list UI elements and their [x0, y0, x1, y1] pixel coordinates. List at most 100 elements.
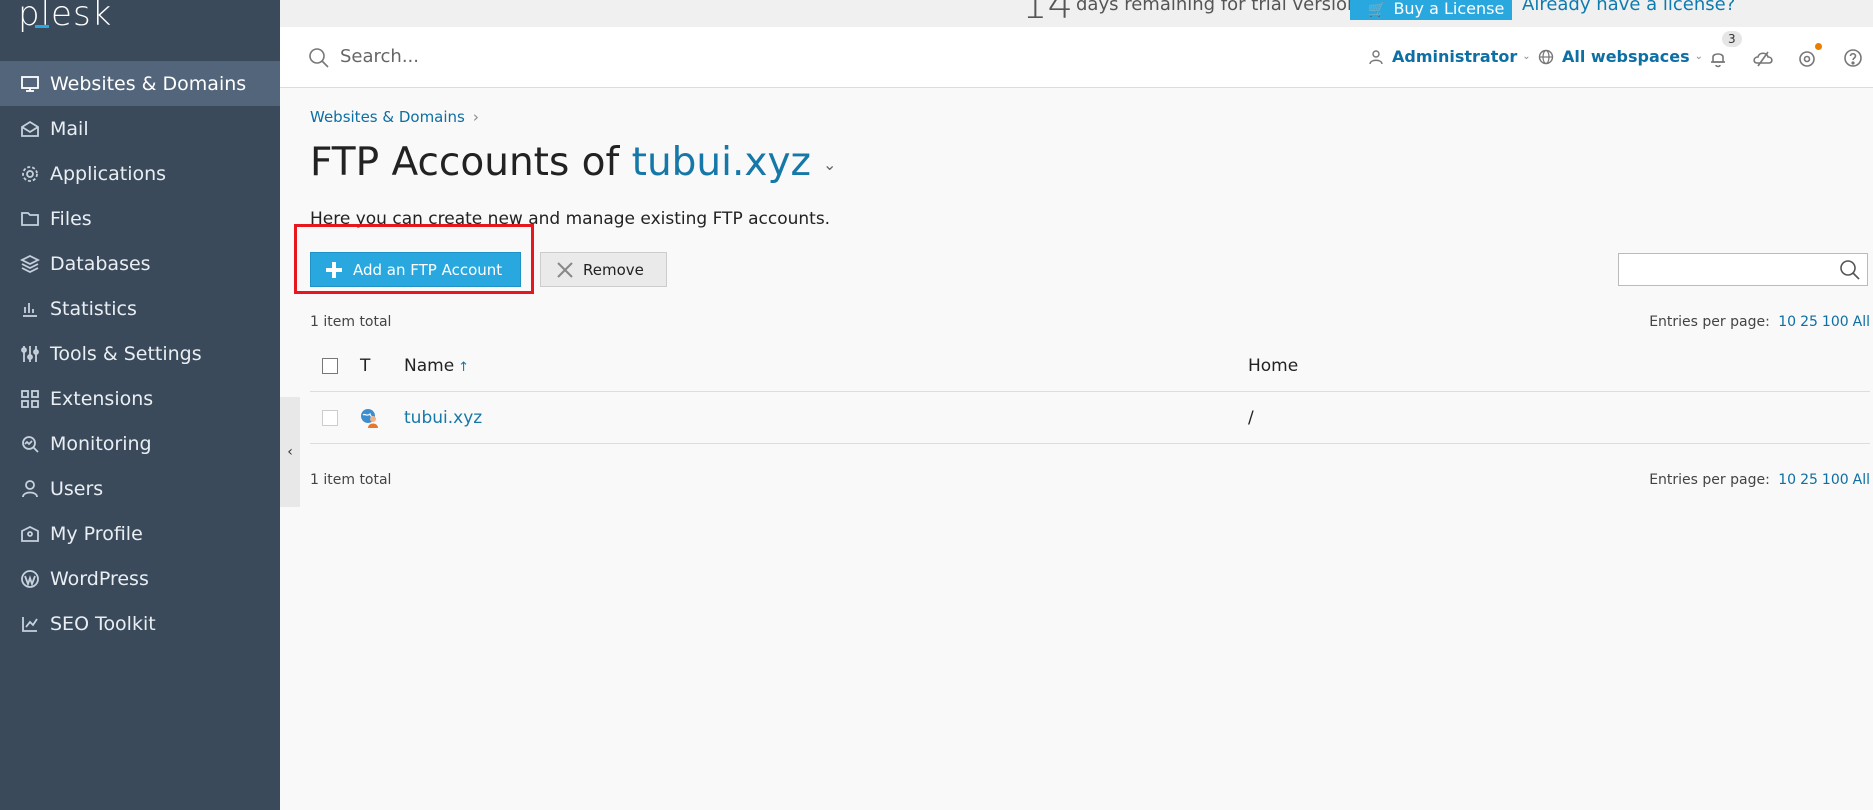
bar-chart-icon: [20, 299, 40, 319]
trial-days-text: days remaining for trial version: [1076, 0, 1359, 15]
grid-icon: [20, 389, 40, 409]
sidebar-item-my-profile[interactable]: My Profile: [0, 511, 280, 556]
sidebar-item-tools-settings[interactable]: Tools & Settings: [0, 331, 280, 376]
top-header: Search... Administrator ⌄ All webspaces …: [280, 27, 1873, 88]
entries-100[interactable]: 100: [1822, 472, 1849, 488]
table-row: tubui.xyz /: [310, 392, 1870, 444]
user-icon: [1369, 49, 1383, 64]
gear-icon: [20, 164, 40, 184]
cart-icon: 🛒: [1368, 2, 1386, 18]
sidebar-item-mail[interactable]: Mail: [0, 106, 280, 151]
entries-per-page-top: Entries per page: 10 25 100 All: [1649, 314, 1870, 330]
chevron-down-icon: ⌄: [1522, 51, 1531, 62]
seo-icon: [20, 614, 40, 634]
column-home[interactable]: Home: [1248, 356, 1298, 376]
notification-count-badge: 3: [1722, 31, 1742, 47]
trial-days-number: 14: [1022, 0, 1073, 28]
chevron-down-icon[interactable]: ⌄: [823, 155, 836, 174]
buy-license-button[interactable]: 🛒 Buy a License: [1350, 0, 1512, 20]
sidebar-item-seo-toolkit[interactable]: SEO Toolkit: [0, 601, 280, 646]
chevron-left-icon: ‹: [287, 444, 293, 460]
remove-button[interactable]: Remove: [540, 252, 667, 287]
already-have-license-link[interactable]: Already have a license?: [1522, 0, 1735, 15]
sidebar-item-label: Tools & Settings: [50, 342, 202, 365]
ftp-accounts-table: T Name ↑ Home tubui.xyz /: [310, 340, 1870, 444]
user-icon: [20, 479, 40, 499]
cloud-icon[interactable]: [1752, 47, 1774, 69]
items-total-top: 1 item total: [310, 314, 392, 330]
sidebar-item-users[interactable]: Users: [0, 466, 280, 511]
table-header: T Name ↑ Home: [310, 340, 1870, 392]
monitor-search-icon: [20, 434, 40, 454]
sidebar-item-label: Statistics: [50, 297, 137, 320]
trial-banner: 14 days remaining for trial version 🛒 Bu…: [280, 0, 1873, 28]
sidebar-item-monitoring[interactable]: Monitoring: [0, 421, 280, 466]
chevron-down-icon: ⌄: [1694, 51, 1704, 62]
sidebar-item-wordpress[interactable]: WordPress: [0, 556, 280, 601]
page-title: FTP Accounts of tubui.xyz ⌄: [310, 140, 837, 185]
profile-icon: [20, 524, 40, 544]
folder-icon: [20, 209, 40, 229]
row-checkbox[interactable]: [322, 409, 338, 426]
wordpress-icon: [20, 569, 40, 589]
monitor-icon: [20, 74, 40, 94]
select-all-checkbox[interactable]: [322, 357, 338, 374]
administrator-menu[interactable]: Administrator ⌄: [1368, 47, 1531, 66]
search-icon: [309, 48, 329, 68]
sidebar-item-applications[interactable]: Applications: [0, 151, 280, 196]
entries-25[interactable]: 25: [1800, 472, 1818, 488]
sidebar-item-label: Websites & Domains: [50, 72, 247, 95]
sidebar: plesk Websites & Domains Mail Applicatio…: [0, 0, 280, 810]
plesk-community-icon[interactable]: [1796, 47, 1818, 69]
sidebar-item-label: SEO Toolkit: [50, 612, 156, 635]
sidebar-item-websites-domains[interactable]: Websites & Domains: [0, 61, 280, 106]
help-icon[interactable]: [1842, 47, 1864, 69]
ftp-user-icon: [361, 408, 378, 428]
list-search-input[interactable]: [1618, 253, 1868, 286]
search-icon[interactable]: [1839, 259, 1861, 281]
webspaces-menu[interactable]: All webspaces ⌄: [1538, 47, 1703, 66]
ftp-account-link[interactable]: tubui.xyz: [404, 408, 482, 428]
notifications-icon[interactable]: [1707, 47, 1729, 69]
sidebar-item-label: Monitoring: [50, 432, 152, 455]
breadcrumb-websites-domains[interactable]: Websites & Domains: [310, 108, 465, 126]
sidebar-nav: Websites & Domains Mail Applications Fil…: [0, 61, 280, 646]
items-total-bottom: 1 item total: [310, 472, 392, 488]
sidebar-item-label: Applications: [50, 162, 167, 185]
sidebar-item-label: Databases: [50, 252, 151, 275]
entries-per-page-bottom: Entries per page: 10 25 100 All: [1649, 472, 1870, 488]
entries-all[interactable]: All: [1853, 314, 1870, 330]
sidebar-item-label: WordPress: [50, 567, 149, 590]
sort-ascending-icon: ↑: [458, 359, 470, 375]
entries-10[interactable]: 10: [1778, 472, 1796, 488]
sidebar-item-label: Files: [50, 207, 92, 230]
home-path: /: [1248, 407, 1254, 428]
plesk-logo[interactable]: plesk: [18, 0, 112, 34]
chevron-right-icon: ›: [472, 108, 479, 126]
highlight-box: [294, 224, 534, 294]
entries-100[interactable]: 100: [1822, 314, 1849, 330]
status-dot: [1815, 43, 1822, 50]
column-type[interactable]: T: [360, 356, 370, 376]
sidebar-item-databases[interactable]: Databases: [0, 241, 280, 286]
sidebar-item-label: My Profile: [50, 522, 143, 545]
sidebar-item-label: Users: [50, 477, 104, 500]
sidebar-item-label: Mail: [50, 117, 89, 140]
entries-all[interactable]: All: [1853, 472, 1870, 488]
column-name[interactable]: Name ↑: [404, 356, 469, 376]
breadcrumb: Websites & Domains ›: [310, 108, 479, 126]
globe-icon: [1538, 49, 1554, 64]
sidebar-item-extensions[interactable]: Extensions: [0, 376, 280, 421]
search-input[interactable]: Search...: [340, 46, 419, 67]
sidebar-item-label: Extensions: [50, 387, 154, 410]
mail-icon: [20, 119, 40, 139]
database-icon: [20, 254, 40, 274]
collapse-sidebar-button[interactable]: ‹: [280, 397, 300, 507]
sidebar-item-statistics[interactable]: Statistics: [0, 286, 280, 331]
entries-25[interactable]: 25: [1800, 314, 1818, 330]
remove-icon: [557, 261, 573, 278]
domain-switcher[interactable]: tubui.xyz: [632, 140, 811, 185]
sliders-icon: [20, 344, 40, 364]
sidebar-item-files[interactable]: Files: [0, 196, 280, 241]
entries-10[interactable]: 10: [1778, 314, 1796, 330]
